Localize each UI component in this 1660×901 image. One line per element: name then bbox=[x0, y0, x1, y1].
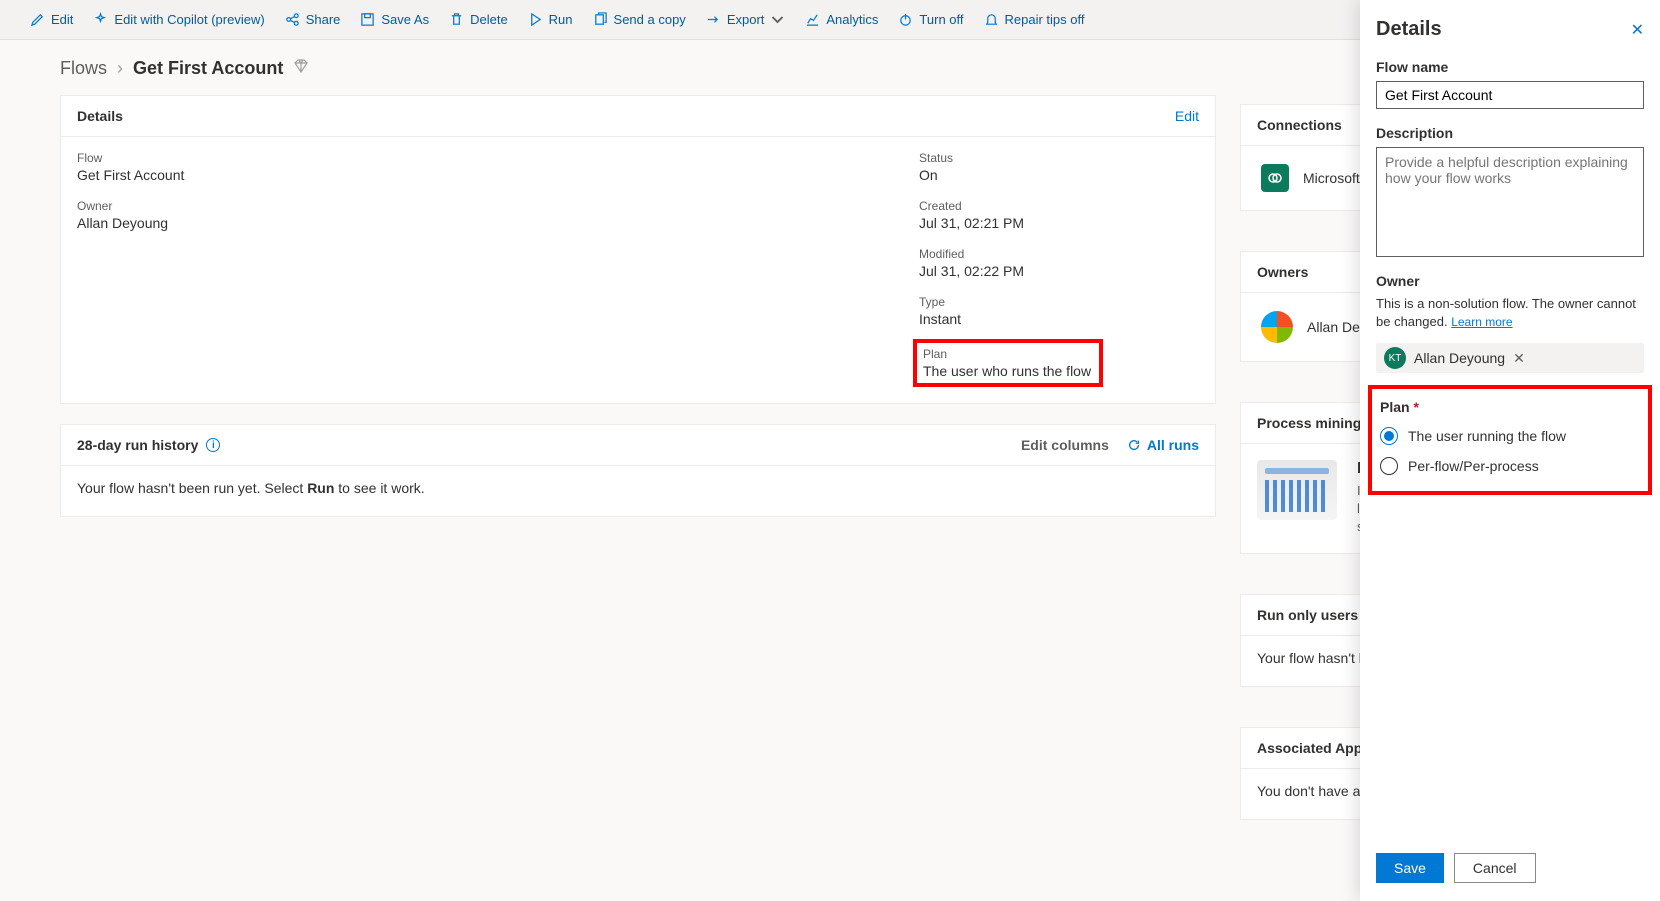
analytics-button[interactable]: Analytics bbox=[805, 12, 878, 27]
details-card: Details Edit Flow Get First Account Owne… bbox=[60, 95, 1216, 404]
turn-off-button[interactable]: Turn off bbox=[898, 12, 963, 27]
status-label: Status bbox=[919, 151, 1199, 165]
share-icon bbox=[285, 12, 300, 27]
repair-tips-button[interactable]: Repair tips off bbox=[984, 12, 1085, 27]
premium-icon bbox=[293, 58, 309, 79]
learn-more-link[interactable]: Learn more bbox=[1451, 315, 1512, 329]
breadcrumb-separator: › bbox=[117, 58, 123, 79]
power-icon bbox=[898, 12, 913, 27]
created-label: Created bbox=[919, 199, 1199, 213]
sparkle-icon bbox=[93, 12, 108, 27]
plan-section-highlight: Plan * The user running the flow Per-flo… bbox=[1368, 385, 1652, 495]
panel-owner-label: Owner bbox=[1376, 273, 1644, 289]
info-icon[interactable]: i bbox=[206, 438, 220, 452]
run-history-card: 28-day run history i Edit columns All ru… bbox=[60, 424, 1216, 517]
delete-button[interactable]: Delete bbox=[449, 12, 508, 27]
breadcrumb-current: Get First Account bbox=[133, 58, 283, 79]
share-button[interactable]: Share bbox=[285, 12, 341, 27]
created-value: Jul 31, 02:21 PM bbox=[919, 215, 1199, 231]
plan-option-user[interactable]: The user running the flow bbox=[1380, 421, 1640, 451]
details-panel: Details ✕ Flow name Description Owner Th… bbox=[1360, 0, 1660, 901]
owner-label: Owner bbox=[77, 199, 879, 213]
avatar: KT bbox=[1384, 347, 1406, 369]
details-edit-link[interactable]: Edit bbox=[1175, 108, 1199, 124]
refresh-icon bbox=[1127, 438, 1141, 452]
plan-option-perflow[interactable]: Per-flow/Per-process bbox=[1380, 451, 1640, 481]
modified-label: Modified bbox=[919, 247, 1199, 261]
breadcrumb-root[interactable]: Flows bbox=[60, 58, 107, 79]
radio-unselected-icon bbox=[1380, 457, 1398, 475]
modified-value: Jul 31, 02:22 PM bbox=[919, 263, 1199, 279]
connections-title: Connections bbox=[1257, 117, 1342, 133]
trash-icon bbox=[449, 12, 464, 27]
plan-value: The user who runs the flow bbox=[923, 363, 1093, 379]
run-history-empty: Your flow hasn't been run yet. Select Ru… bbox=[77, 480, 425, 496]
details-card-title: Details bbox=[77, 108, 123, 124]
type-label: Type bbox=[919, 295, 1199, 309]
radio-selected-icon bbox=[1380, 427, 1398, 445]
copy-icon bbox=[593, 12, 608, 27]
owner-pill: KT Allan Deyoung ✕ bbox=[1376, 343, 1644, 373]
plan-label: Plan bbox=[923, 347, 1093, 361]
description-textarea[interactable] bbox=[1376, 147, 1644, 257]
flow-label: Flow bbox=[77, 151, 879, 165]
edit-button[interactable]: Edit bbox=[30, 12, 73, 27]
run-button[interactable]: Run bbox=[528, 12, 573, 27]
plan-highlight-box: Plan The user who runs the flow bbox=[913, 339, 1103, 387]
owners-title: Owners bbox=[1257, 264, 1308, 280]
save-as-button[interactable]: Save As bbox=[360, 12, 429, 27]
cancel-button[interactable]: Cancel bbox=[1454, 853, 1536, 883]
edit-copilot-button[interactable]: Edit with Copilot (preview) bbox=[93, 12, 264, 27]
owner-note: This is a non-solution flow. The owner c… bbox=[1376, 295, 1644, 331]
run-history-title: 28-day run history bbox=[77, 437, 198, 453]
flow-name-label: Flow name bbox=[1376, 59, 1644, 75]
remove-owner-icon[interactable]: ✕ bbox=[1513, 350, 1525, 367]
avatar bbox=[1261, 311, 1293, 343]
panel-title: Details bbox=[1376, 18, 1442, 41]
breadcrumb: Flows › Get First Account bbox=[60, 58, 1216, 95]
type-value: Instant bbox=[919, 311, 1199, 327]
chart-icon bbox=[805, 12, 820, 27]
all-runs-button[interactable]: All runs bbox=[1127, 437, 1199, 453]
play-icon bbox=[528, 12, 543, 27]
close-icon[interactable]: ✕ bbox=[1631, 20, 1644, 40]
save-icon bbox=[360, 12, 375, 27]
owner-value: Allan Deyoung bbox=[77, 215, 879, 231]
plan-section-label: Plan * bbox=[1380, 399, 1640, 415]
run-only-title: Run only users bbox=[1257, 607, 1358, 623]
export-button[interactable]: Export bbox=[706, 12, 786, 27]
process-mining-illustration bbox=[1257, 460, 1337, 520]
send-copy-button[interactable]: Send a copy bbox=[593, 12, 686, 27]
owner-pill-name: Allan Deyoung bbox=[1414, 350, 1505, 366]
pencil-icon bbox=[30, 12, 45, 27]
chevron-down-icon bbox=[770, 12, 785, 27]
flow-name-input[interactable] bbox=[1376, 81, 1644, 109]
bell-icon bbox=[984, 12, 999, 27]
export-icon bbox=[706, 12, 721, 27]
dataverse-icon bbox=[1261, 164, 1289, 192]
description-label: Description bbox=[1376, 125, 1644, 141]
edit-columns-button[interactable]: Edit columns bbox=[1021, 437, 1109, 453]
status-value: On bbox=[919, 167, 1199, 183]
flow-value: Get First Account bbox=[77, 167, 879, 183]
save-button[interactable]: Save bbox=[1376, 853, 1444, 883]
associated-apps-title: Associated Apps bbox=[1257, 740, 1370, 756]
